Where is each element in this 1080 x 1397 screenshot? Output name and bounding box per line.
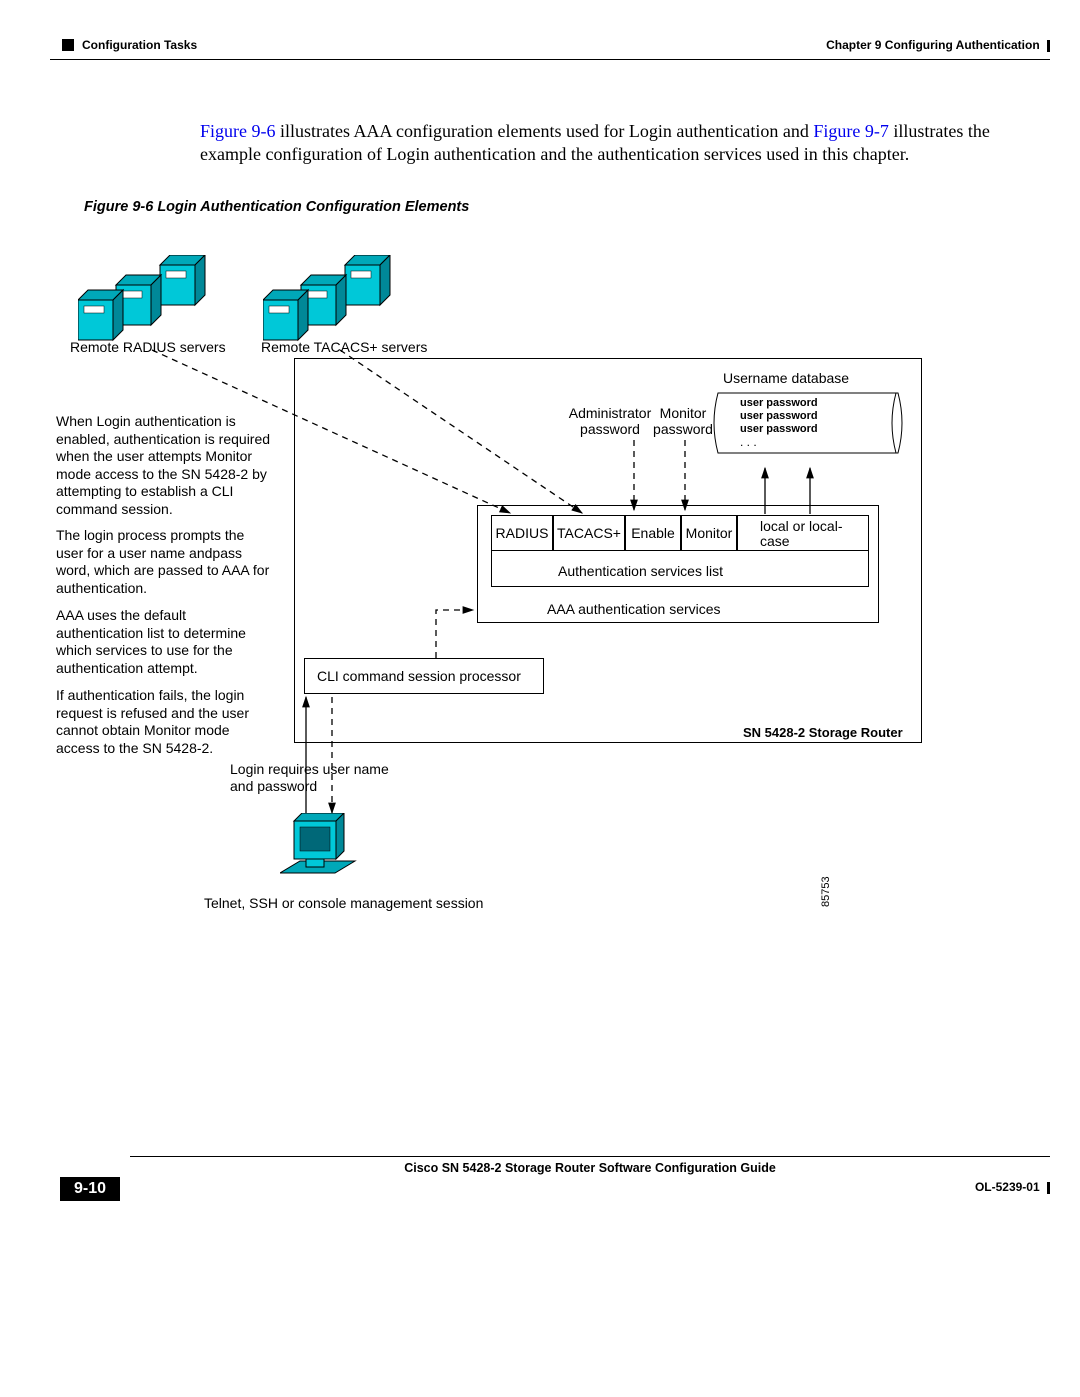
figure-link-9-6[interactable]: Figure 9-6	[200, 121, 276, 141]
computer-icon	[280, 813, 360, 893]
login-requires-label: Login requires user name and password	[230, 761, 410, 795]
body-paragraph: Figure 9-6 illustrates AAA configuration…	[200, 120, 1020, 167]
telnet-label: Telnet, SSH or console management sessio…	[204, 895, 483, 911]
footer-bar	[1047, 1182, 1050, 1194]
header-marker	[62, 39, 74, 51]
figure-link-9-7[interactable]: Figure 9-7	[813, 121, 889, 141]
page-footer: Cisco SN 5428-2 Storage Router Software …	[50, 1156, 1050, 1207]
diagram-arrows	[50, 215, 950, 935]
header-bar	[1047, 40, 1050, 52]
header-section: Configuration Tasks	[82, 38, 197, 52]
figure-id-number: 85753	[820, 876, 832, 907]
header-chapter: Chapter 9 Configuring Authentication	[826, 38, 1050, 52]
page-number: 9-10	[60, 1177, 120, 1201]
figure-caption: Figure 9-6 Login Authentication Configur…	[84, 199, 1050, 215]
footer-doc-id: OL-5239-01	[975, 1180, 1050, 1194]
page-header: Configuration Tasks Chapter 9 Configurin…	[50, 30, 1050, 60]
footer-title: Cisco SN 5428-2 Storage Router Software …	[130, 1161, 1050, 1175]
figure-diagram: Remote RADIUS servers Remote T	[50, 215, 1050, 935]
